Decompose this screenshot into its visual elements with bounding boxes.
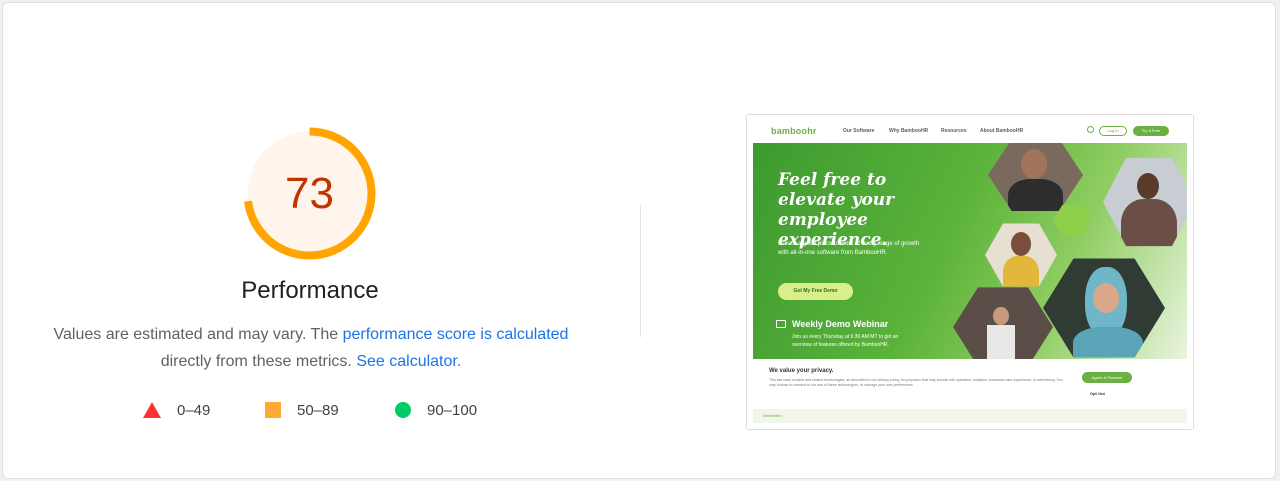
thumb-demo-button: Get My Free Demo: [778, 283, 853, 300]
hero-photo-man: [988, 143, 1083, 211]
hero-photo-hijab: [1043, 258, 1165, 358]
see-calculator-link[interactable]: See calculator.: [356, 353, 461, 370]
thumb-nav-link: About BambooHR: [980, 128, 1024, 134]
legend-item-average: 50–89: [265, 399, 339, 421]
thumb-footer-strip: Newsletter: [753, 409, 1187, 423]
square-icon: [265, 402, 281, 418]
legend-range: 0–49: [177, 401, 211, 419]
thumb-agree-button: Agree & Proceed: [1082, 372, 1132, 383]
hero-photo-woman: [985, 223, 1057, 287]
thumb-hero: Feel free to elevate your employee exper…: [753, 143, 1187, 359]
thumb-footer-text: Newsletter: [763, 413, 782, 418]
description-text-start: Values are estimated and may vary. The: [53, 326, 343, 343]
thumb-login-button: Log In: [1099, 126, 1127, 136]
thumb-nav-link: Resources: [941, 128, 967, 134]
legend-range: 50–89: [297, 401, 339, 419]
legend-item-fail: 0–49: [143, 399, 210, 421]
score-gauge: 73: [243, 127, 376, 260]
category-title: Performance: [241, 277, 379, 304]
legend-item-pass: 90–100: [395, 399, 477, 421]
thumb-webinar-text: Join us every Thursday at 9:30 AM MT to …: [792, 334, 899, 348]
thumb-hero-heading: Feel free to elevate your employee exper…: [778, 170, 895, 250]
thumb-privacy-text: This site uses cookies and related techn…: [769, 378, 1063, 387]
thumb-nav-link: Why BambooHR: [889, 128, 929, 134]
thumb-try-free-button: Try It Free: [1133, 126, 1169, 136]
score-value: 73: [285, 168, 334, 218]
triangle-icon: [143, 402, 161, 418]
score-calculated-link[interactable]: performance score is calculated: [343, 326, 569, 343]
description-text-middle: directly from these metrics.: [160, 353, 357, 370]
thumb-navbar: bamboohr Our Software Why BambooHR Resou…: [747, 115, 1193, 143]
search-icon: [1087, 126, 1094, 133]
hero-photo-suit: [1103, 157, 1187, 247]
thumb-hero-text: Create a great place to work at every st…: [778, 241, 920, 256]
section-divider: [640, 205, 641, 337]
performance-summary-card: 73 Performance Values are estimated and …: [2, 2, 1276, 479]
circle-icon: [395, 402, 411, 418]
score-description: Values are estimated and may vary. The p…: [35, 321, 587, 375]
thumb-privacy-banner: We value your privacy. This site uses co…: [753, 359, 1187, 409]
hero-photo-gym: [953, 287, 1053, 359]
thumb-nav-link: Our Software: [843, 128, 875, 134]
thumb-privacy-title: We value your privacy.: [769, 368, 834, 374]
thumb-opt-out-link: Opt Out: [1090, 391, 1105, 396]
calendar-icon: [776, 320, 786, 328]
bamboohr-logo: bamboohr: [771, 126, 817, 136]
thumb-webinar-title: Weekly Demo Webinar: [792, 319, 889, 329]
final-screenshot-thumbnail[interactable]: bamboohr Our Software Why BambooHR Resou…: [746, 114, 1194, 430]
legend-range: 90–100: [427, 401, 478, 419]
